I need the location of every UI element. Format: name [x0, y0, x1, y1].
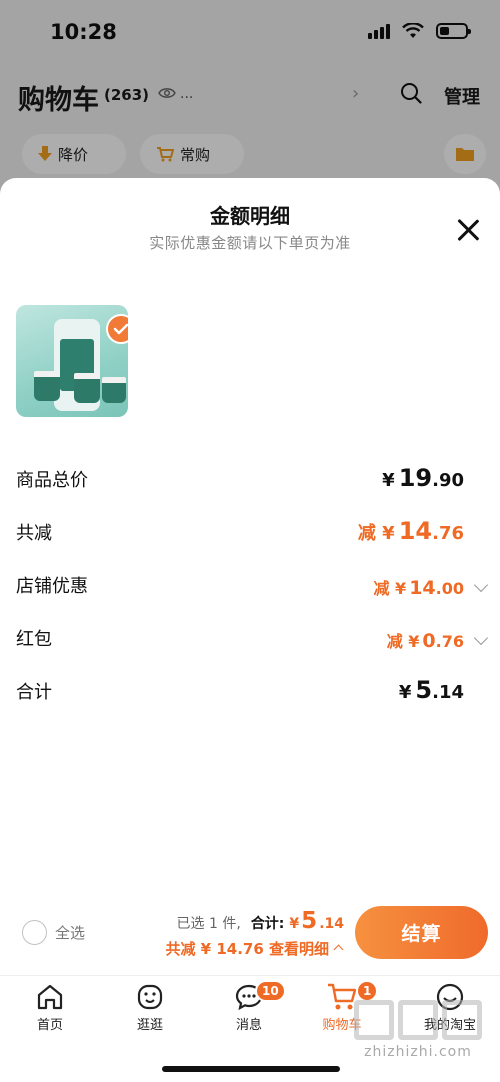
discount-prefix: 减 ¥ [357, 523, 395, 544]
amount-int: 0 [422, 630, 436, 652]
amount-dec: .76 [435, 632, 464, 651]
checkout-currency: ¥ [289, 916, 300, 932]
currency-symbol: ¥ [382, 470, 395, 491]
discount-prefix: 减 ¥ [386, 632, 420, 651]
messages-badge: 10 [255, 980, 286, 1002]
total-discount-label: 共减 [16, 523, 52, 544]
amount-dec: .14 [432, 682, 464, 703]
amount-dec: .00 [435, 579, 464, 598]
discount-text: 共减 ¥ 14.76 查看明细 [165, 940, 329, 958]
tab-home[interactable]: 首页 [10, 982, 90, 1033]
checkmark-icon[interactable] [106, 314, 128, 344]
tab-messages[interactable]: 10 消息 [209, 980, 289, 1033]
product-cup-graphic [74, 373, 100, 403]
selected-summary: 已选 1 件, 合计: ¥ 5 .14 [177, 908, 344, 934]
store-discount-label: 店铺优惠 [16, 576, 88, 597]
red-packet-value: 减 ¥0.76 [387, 628, 464, 652]
watermark: zhizhizhi.com [350, 1000, 486, 1060]
total-label: 合计 [16, 682, 52, 703]
amount-int: 14 [398, 517, 433, 545]
browse-icon [137, 984, 163, 1010]
product-cup-graphic [102, 377, 126, 403]
amount-dec: .76 [432, 523, 464, 544]
watermark-text: zhizhizhi.com [364, 1044, 472, 1060]
sheet-title: 金额明细 [210, 204, 290, 228]
select-all-label[interactable]: 全选 [55, 922, 85, 943]
breakdown-list: 商品总价 ¥19.90 共减 减 ¥14.76 店铺优惠 减 ¥14.00 红包… [0, 458, 500, 723]
product-cup-graphic [34, 371, 60, 401]
store-discount-value: 减 ¥14.00 [373, 575, 464, 599]
select-all-radio[interactable] [22, 920, 47, 945]
home-icon [37, 984, 63, 1010]
checkout-total-label: 合计: [250, 916, 285, 932]
product-thumbnail[interactable] [16, 305, 128, 417]
total-value: ¥5.14 [399, 676, 464, 704]
red-packet-label: 红包 [16, 629, 52, 650]
discount-prefix: 减 ¥ [373, 579, 407, 598]
home-indicator [162, 1066, 340, 1072]
amount-int: 14 [409, 577, 436, 599]
subtotal-label: 商品总价 [16, 470, 88, 491]
subtotal-row: 商品总价 ¥19.90 [0, 458, 500, 511]
total-row: 合计 ¥5.14 [0, 670, 500, 723]
selected-count: 已选 1 件, [176, 916, 241, 932]
subtotal-value: ¥19.90 [382, 464, 464, 492]
sheet-subtitle: 实际优惠金额请以下单页为准 [149, 234, 351, 252]
view-detail-link[interactable]: 共减 ¥ 14.76 查看明细 [165, 938, 344, 959]
currency-symbol: ¥ [398, 682, 412, 703]
amount-int: 19 [398, 464, 433, 492]
red-packet-row[interactable]: 红包 减 ¥0.76 [0, 617, 500, 670]
tab-label: 消息 [235, 1018, 262, 1033]
tab-label: 首页 [36, 1018, 63, 1033]
total-discount-row: 共减 减 ¥14.76 [0, 511, 500, 564]
chevron-down-icon[interactable] [473, 577, 489, 593]
chevron-up-icon [333, 944, 344, 955]
tab-label: 逛逛 [136, 1018, 163, 1033]
tab-browse[interactable]: 逛逛 [110, 982, 190, 1033]
checkout-total-dec: .14 [319, 916, 344, 932]
chevron-down-icon[interactable] [473, 630, 489, 646]
amount-dec: .90 [432, 470, 464, 491]
checkout-bar: 全选 已选 1 件, 合计: ¥ 5 .14 共减 ¥ 14.76 查看明细 结… [0, 898, 500, 973]
cart-badge: 1 [356, 980, 379, 1002]
total-discount-value: 减 ¥14.76 [358, 517, 464, 545]
watermark-logo [350, 1000, 486, 1040]
close-icon[interactable] [454, 216, 482, 244]
store-discount-row[interactable]: 店铺优惠 减 ¥14.00 [0, 564, 500, 617]
checkout-button[interactable]: 结算 [355, 906, 488, 959]
amount-int: 5 [415, 676, 433, 704]
checkout-total-int: 5 [301, 908, 318, 934]
